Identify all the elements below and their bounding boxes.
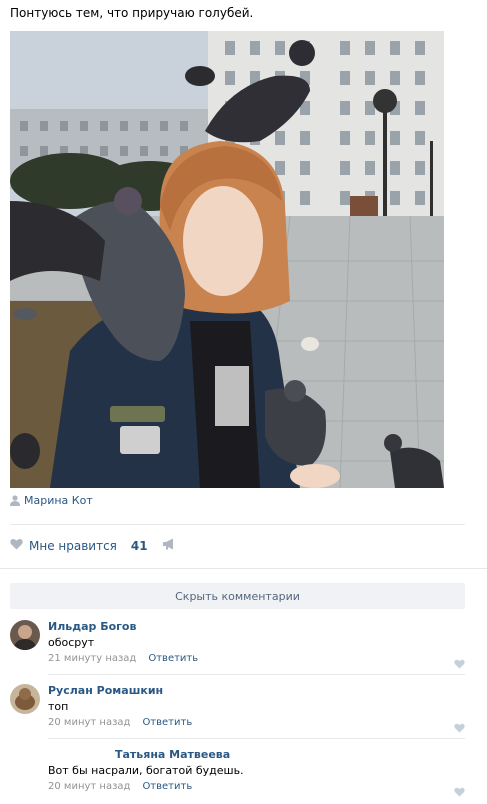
comment-like-button[interactable] [454, 782, 465, 801]
hide-comments-button[interactable]: Скрыть комментарии [10, 583, 465, 609]
comment-item: Ильдар Богов обосрут 21 минуту назад Отв… [0, 616, 487, 676]
comment-time[interactable]: 20 минут назад [48, 781, 130, 792]
comment-meta: 20 минут назад Ответить [48, 781, 192, 792]
comment-like-button[interactable] [454, 654, 465, 673]
megaphone-icon [162, 538, 176, 553]
heart-icon [10, 538, 23, 553]
photo-girl-with-pigeons [10, 31, 444, 488]
user-icon [10, 495, 20, 506]
heart-icon [454, 723, 465, 733]
avatar[interactable] [10, 684, 40, 714]
comment-item: Татьяна Матвеева Вот бы насрали, богатой… [0, 744, 487, 804]
comment-time[interactable]: 20 минут назад [48, 717, 130, 728]
comment-meta: 21 минуту назад Ответить [48, 653, 198, 664]
divider [10, 524, 465, 525]
post-photo[interactable] [10, 31, 444, 488]
comment-item: Руслан Ромашкин топ 20 минут назад Ответ… [0, 680, 487, 740]
reply-button[interactable]: Ответить [142, 717, 192, 728]
like-button[interactable]: Мне нравится 41 [10, 538, 148, 553]
reply-button[interactable]: Ответить [142, 781, 192, 792]
heart-icon [454, 659, 465, 669]
comment-author[interactable]: Татьяна Матвеева [115, 748, 230, 761]
avatar[interactable] [10, 620, 40, 650]
comment-meta: 20 минут назад Ответить [48, 717, 192, 728]
comment-text: топ [48, 700, 69, 713]
comment-author[interactable]: Ильдар Богов [48, 620, 136, 633]
comment-divider [48, 738, 465, 739]
reply-button[interactable]: Ответить [148, 653, 198, 664]
comment-like-button[interactable] [454, 718, 465, 737]
section-divider [0, 568, 487, 569]
comment-time[interactable]: 21 минуту назад [48, 653, 136, 664]
post-author-name: Марина Кот [24, 494, 93, 507]
comment-text: обосрут [48, 636, 95, 649]
post-author[interactable]: Марина Кот [10, 494, 93, 507]
post-actions: Мне нравится 41 [10, 538, 176, 553]
share-button[interactable] [162, 538, 176, 553]
post-text: Понтуюсь тем, что приручаю голубей. [10, 6, 254, 20]
comment-text: Вот бы насрали, богатой будешь. [48, 764, 244, 777]
like-count: 41 [130, 538, 148, 553]
comment-divider [48, 674, 465, 675]
comment-author[interactable]: Руслан Ромашкин [48, 684, 163, 697]
like-label: Мне нравится [29, 538, 117, 553]
heart-icon [454, 787, 465, 797]
